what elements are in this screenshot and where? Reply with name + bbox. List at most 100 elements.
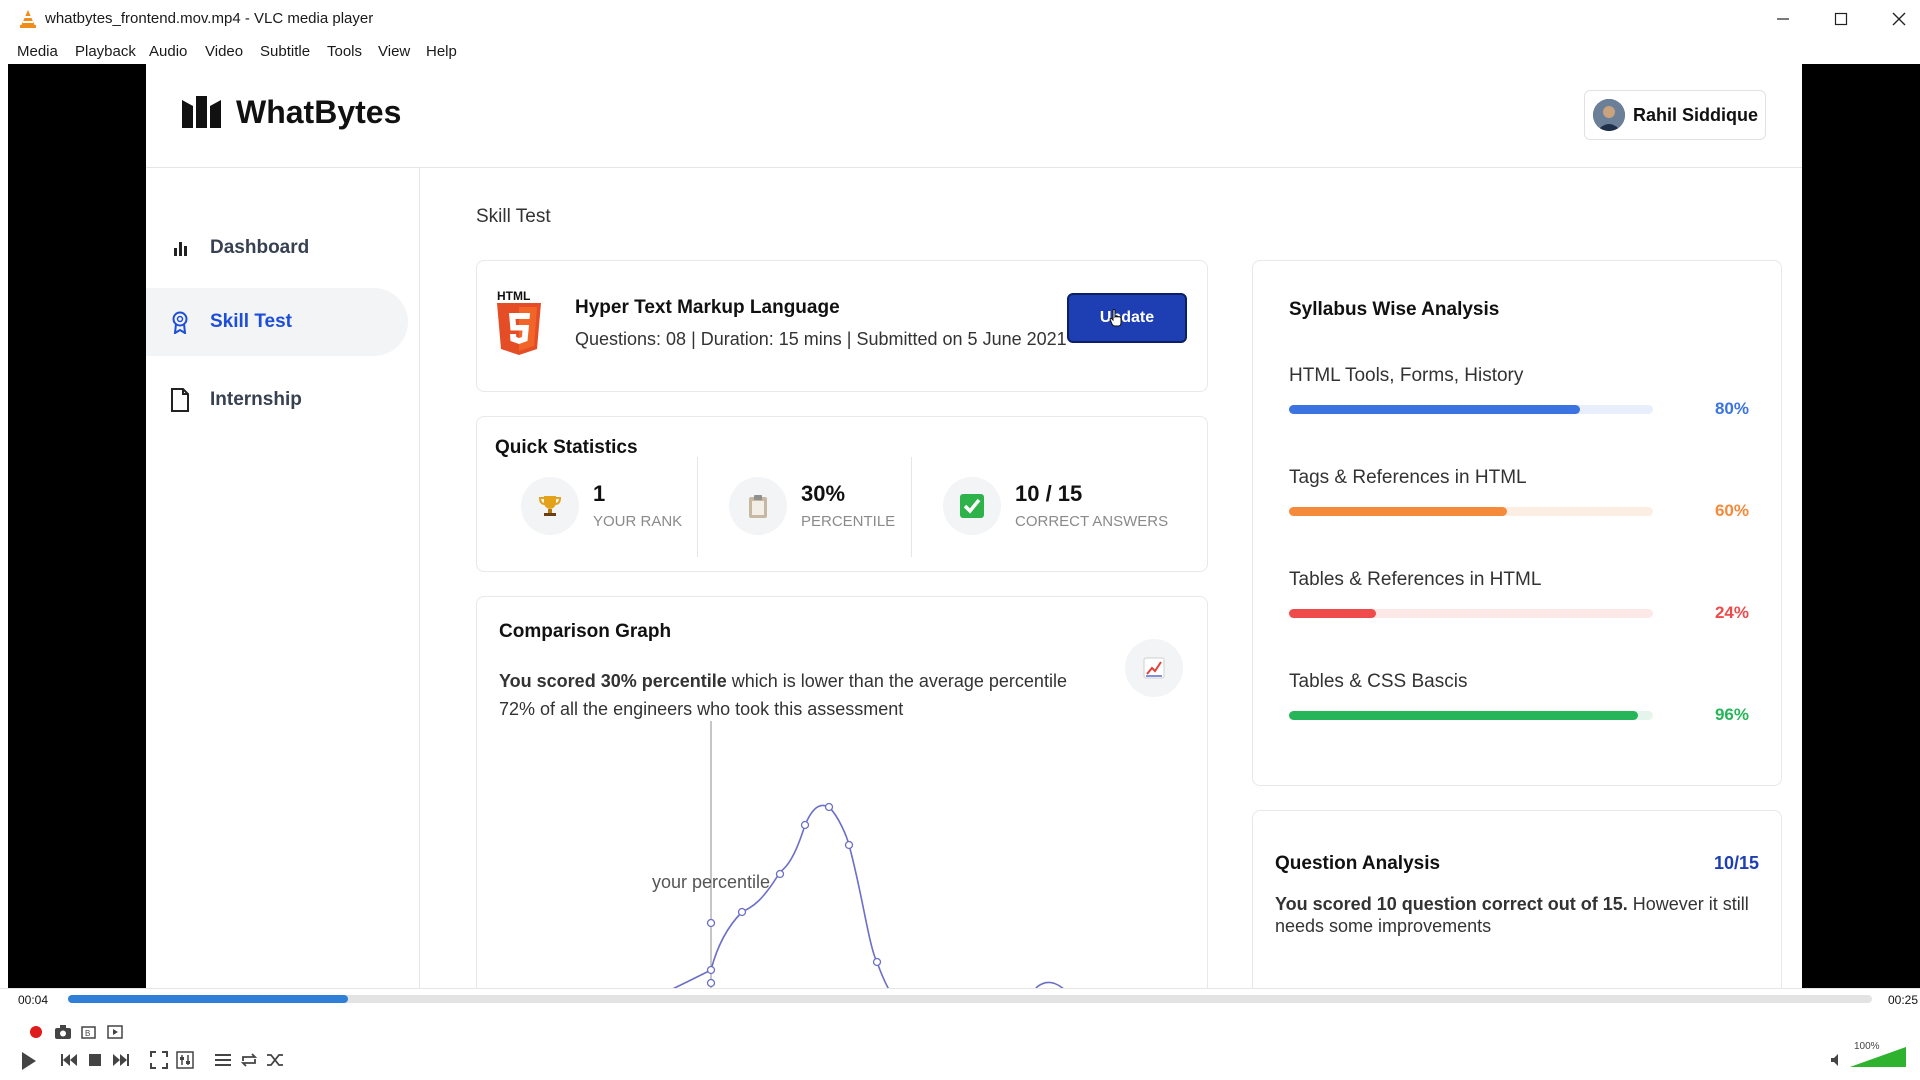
html5-shield-icon bbox=[497, 303, 541, 355]
svg-text:B: B bbox=[85, 1029, 90, 1038]
video-area[interactable]: WhatBytes Rahil Siddique Dashboard Skill… bbox=[8, 64, 1920, 988]
menu-tools[interactable]: Tools bbox=[327, 43, 362, 60]
playlist-button[interactable] bbox=[212, 1049, 234, 1071]
question-analysis-score: 10/15 bbox=[1713, 853, 1759, 873]
test-title: Hyper Text Markup Language bbox=[575, 297, 840, 318]
hand-cursor-icon bbox=[1109, 309, 1122, 327]
snapshot-button[interactable] bbox=[52, 1021, 74, 1043]
chart-icon bbox=[1125, 639, 1183, 697]
progress-track bbox=[1289, 609, 1653, 618]
menu-playback[interactable]: Playback bbox=[75, 43, 136, 60]
camera-icon bbox=[55, 1025, 71, 1039]
menu-media[interactable]: Media bbox=[17, 43, 58, 60]
menu-audio[interactable]: Audio bbox=[149, 43, 187, 60]
previous-button[interactable] bbox=[58, 1049, 80, 1071]
previous-icon bbox=[61, 1054, 77, 1066]
app-header: WhatBytes Rahil Siddique bbox=[146, 64, 1802, 168]
sidebar-item-label: Skill Test bbox=[210, 311, 293, 332]
equalizer-icon bbox=[176, 1051, 194, 1069]
shuffle-button[interactable] bbox=[264, 1049, 286, 1071]
vlc-cone-icon bbox=[20, 10, 36, 28]
syllabus-percent: 96% bbox=[1714, 705, 1749, 724]
extended-settings-button[interactable] bbox=[174, 1049, 196, 1071]
curve-points bbox=[706, 802, 882, 988]
loop-ab-button[interactable]: B bbox=[78, 1021, 100, 1043]
close-icon bbox=[1892, 12, 1906, 26]
vlc-menu-bar: Media Playback Audio Video Subtitle Tool… bbox=[0, 38, 1920, 64]
question-analysis-card: Question Analysis 10/15 You scored 10 qu… bbox=[1252, 810, 1782, 988]
progress-fill bbox=[1289, 711, 1639, 720]
speaker-icon bbox=[1831, 1054, 1838, 1066]
html5-logo: HTML bbox=[495, 289, 543, 355]
stat-percentile: 30% PERCENTILE bbox=[729, 473, 905, 557]
stop-button[interactable] bbox=[84, 1049, 106, 1071]
webpage-frame: WhatBytes Rahil Siddique Dashboard Skill… bbox=[146, 64, 1802, 988]
playlist-icon bbox=[215, 1054, 231, 1066]
record-icon bbox=[30, 1026, 42, 1038]
avatar-icon bbox=[1593, 99, 1625, 131]
play-button[interactable] bbox=[14, 1047, 42, 1075]
award-icon bbox=[168, 310, 192, 334]
record-button[interactable] bbox=[25, 1021, 47, 1043]
sidebar: Dashboard Skill Test Internship bbox=[146, 168, 420, 988]
syllabus-label: Tags & References in HTML bbox=[1289, 467, 1527, 488]
seek-progress bbox=[68, 995, 348, 1003]
menu-video[interactable]: Video bbox=[205, 43, 243, 60]
sidebar-item-dashboard[interactable]: Dashboard bbox=[146, 214, 408, 282]
progress-fill bbox=[1289, 405, 1581, 414]
stat-value: 30% bbox=[801, 481, 846, 506]
loop-ab-icon: B bbox=[81, 1026, 96, 1039]
loop-button[interactable] bbox=[238, 1049, 260, 1071]
syllabus-label: Tables & CSS Bascis bbox=[1289, 671, 1468, 692]
brand-name: WhatBytes bbox=[236, 94, 402, 130]
next-icon bbox=[113, 1054, 129, 1066]
stat-caption: CORRECT ANSWERS bbox=[1015, 513, 1169, 530]
shuffle-icon bbox=[267, 1054, 283, 1066]
progress-fill bbox=[1289, 507, 1508, 516]
volume-control[interactable]: 100% bbox=[1830, 1041, 1910, 1067]
syllabus-label: HTML Tools, Forms, History bbox=[1289, 365, 1524, 386]
question-analysis-title: Question Analysis bbox=[1275, 853, 1441, 874]
close-button[interactable] bbox=[1870, 0, 1920, 38]
question-analysis-highlight: You scored 10 question correct out of 15… bbox=[1275, 894, 1628, 914]
stop-icon bbox=[89, 1054, 101, 1066]
syllabus-row: Tables & CSS Bascis 96% bbox=[1289, 671, 1749, 741]
your-percentile-label: your percentile bbox=[652, 872, 770, 892]
divider bbox=[697, 457, 698, 557]
distribution-curve bbox=[672, 804, 1064, 988]
menu-help[interactable]: Help bbox=[426, 43, 457, 60]
menu-subtitle[interactable]: Subtitle bbox=[260, 43, 310, 60]
progress-fill bbox=[1289, 609, 1377, 618]
syllabus-row: Tables & References in HTML 24% bbox=[1289, 569, 1749, 639]
elapsed-time: 00:04 bbox=[18, 993, 49, 1007]
stat-value: 10 / 15 bbox=[1015, 481, 1083, 506]
progress-track bbox=[1289, 711, 1653, 720]
volume-slider[interactable] bbox=[1850, 1045, 1908, 1067]
fullscreen-icon bbox=[150, 1051, 168, 1069]
sidebar-item-skill-test[interactable]: Skill Test bbox=[146, 288, 408, 356]
minimize-icon bbox=[1777, 18, 1789, 20]
page-title: Skill Test bbox=[476, 206, 551, 227]
syllabus-percent: 60% bbox=[1714, 501, 1749, 520]
frame-step-button[interactable] bbox=[104, 1021, 126, 1043]
update-button[interactable]: Update bbox=[1067, 293, 1187, 343]
stat-caption: PERCENTILE bbox=[801, 513, 896, 530]
logo[interactable]: WhatBytes bbox=[182, 94, 401, 131]
syllabus-label: Tables & References in HTML bbox=[1289, 569, 1542, 590]
menu-view[interactable]: View bbox=[378, 43, 410, 60]
maximize-button[interactable] bbox=[1812, 0, 1870, 38]
maximize-icon bbox=[1834, 12, 1848, 26]
avatar bbox=[1593, 99, 1625, 131]
syllabus-analysis-card: Syllabus Wise Analysis HTML Tools, Forms… bbox=[1252, 260, 1782, 786]
syllabus-title: Syllabus Wise Analysis bbox=[1289, 299, 1500, 320]
fullscreen-button[interactable] bbox=[148, 1049, 170, 1071]
minimize-button[interactable] bbox=[1754, 0, 1812, 38]
user-profile-button[interactable]: Rahil Siddique bbox=[1584, 90, 1766, 140]
donut-chart-arc bbox=[1483, 981, 1573, 988]
next-button[interactable] bbox=[110, 1049, 132, 1071]
stat-rank: 1 YOUR RANK bbox=[521, 473, 691, 557]
syllabus-row: Tags & References in HTML 60% bbox=[1289, 467, 1749, 537]
clipboard-icon bbox=[729, 477, 787, 535]
sidebar-item-internship[interactable]: Internship bbox=[146, 366, 408, 434]
seek-bar[interactable] bbox=[68, 995, 1872, 1003]
